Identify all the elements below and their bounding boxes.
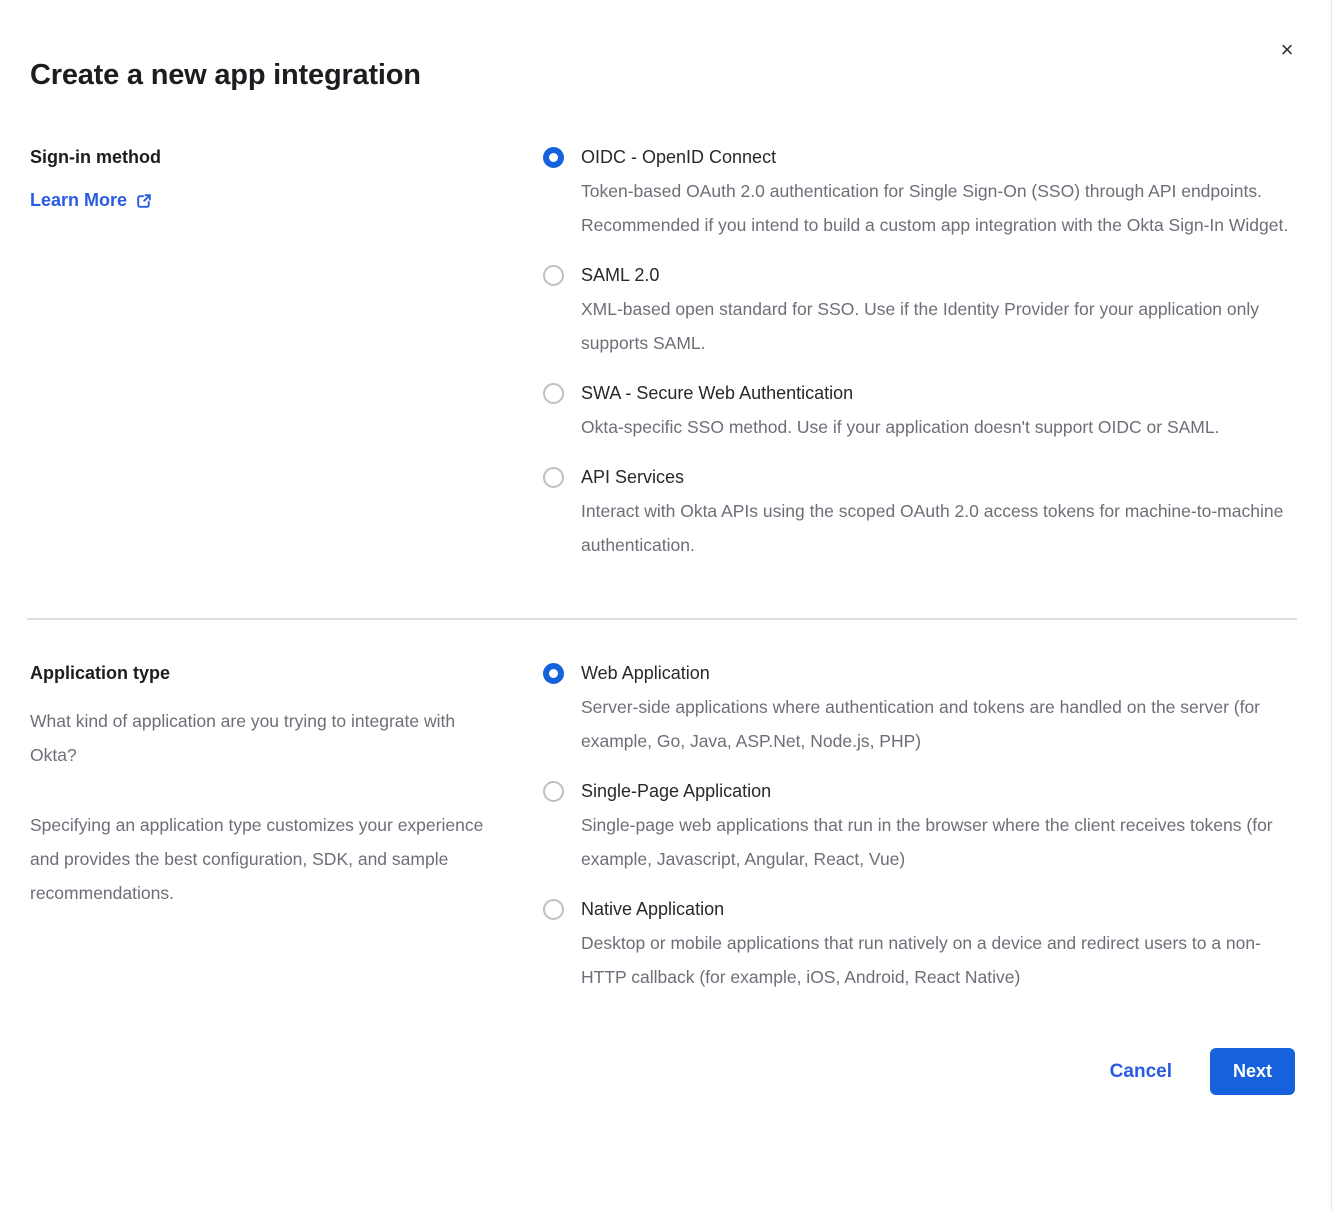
page-title: Create a new app integration — [0, 0, 1331, 94]
radio-unselected-icon[interactable] — [543, 265, 564, 286]
option-label: OIDC - OpenID Connect — [581, 140, 1297, 174]
application-type-section: Application type What kind of applicatio… — [0, 656, 1331, 994]
radio-option-saml[interactable]: SAML 2.0 XML-based open standard for SSO… — [543, 258, 1297, 360]
option-description: Server-side applications where authentic… — [581, 690, 1297, 758]
option-label: API Services — [581, 460, 1297, 494]
radio-option-native-application[interactable]: Native Application Desktop or mobile app… — [543, 892, 1297, 994]
radio-option-web-application[interactable]: Web Application Server-side applications… — [543, 656, 1297, 758]
option-description: Okta-specific SSO method. Use if your ap… — [581, 410, 1219, 444]
radio-option-api-services[interactable]: API Services Interact with Okta APIs usi… — [543, 460, 1297, 562]
option-label: Single-Page Application — [581, 774, 1297, 808]
dialog-footer: Cancel Next — [0, 1048, 1331, 1095]
radio-option-swa[interactable]: SWA - Secure Web Authentication Okta-spe… — [543, 376, 1297, 444]
option-description: Interact with Okta APIs using the scoped… — [581, 494, 1297, 562]
option-label: SAML 2.0 — [581, 258, 1297, 292]
radio-unselected-icon[interactable] — [543, 383, 564, 404]
learn-more-link[interactable]: Learn More — [30, 190, 152, 211]
application-type-detail: Specifying an application type customize… — [30, 808, 503, 910]
radio-unselected-icon[interactable] — [543, 899, 564, 920]
next-button[interactable]: Next — [1210, 1048, 1295, 1095]
radio-unselected-icon[interactable] — [543, 781, 564, 802]
close-icon[interactable]: × — [1273, 36, 1301, 64]
sign-in-method-section: Sign-in method Learn More OIDC - OpenID … — [0, 140, 1331, 562]
option-description: Single-page web applications that run in… — [581, 808, 1297, 876]
option-label: Web Application — [581, 656, 1297, 690]
radio-unselected-icon[interactable] — [543, 467, 564, 488]
radio-selected-icon[interactable] — [543, 663, 564, 684]
option-description: Token-based OAuth 2.0 authentication for… — [581, 174, 1297, 242]
external-link-icon — [136, 193, 152, 209]
radio-option-single-page-application[interactable]: Single-Page Application Single-page web … — [543, 774, 1297, 876]
application-type-heading: Application type — [30, 656, 503, 690]
option-description: XML-based open standard for SSO. Use if … — [581, 292, 1297, 360]
radio-option-oidc[interactable]: OIDC - OpenID Connect Token-based OAuth … — [543, 140, 1297, 242]
application-type-intro: What kind of application are you trying … — [30, 704, 503, 772]
learn-more-label: Learn More — [30, 190, 127, 211]
sign-in-method-heading: Sign-in method — [30, 140, 503, 174]
create-app-integration-dialog: × Create a new app integration Sign-in m… — [0, 0, 1332, 1210]
section-divider — [27, 618, 1297, 620]
cancel-button[interactable]: Cancel — [1110, 1061, 1172, 1083]
option-description: Desktop or mobile applications that run … — [581, 926, 1297, 994]
option-label: Native Application — [581, 892, 1297, 926]
radio-selected-icon[interactable] — [543, 147, 564, 168]
option-label: SWA - Secure Web Authentication — [581, 376, 1219, 410]
